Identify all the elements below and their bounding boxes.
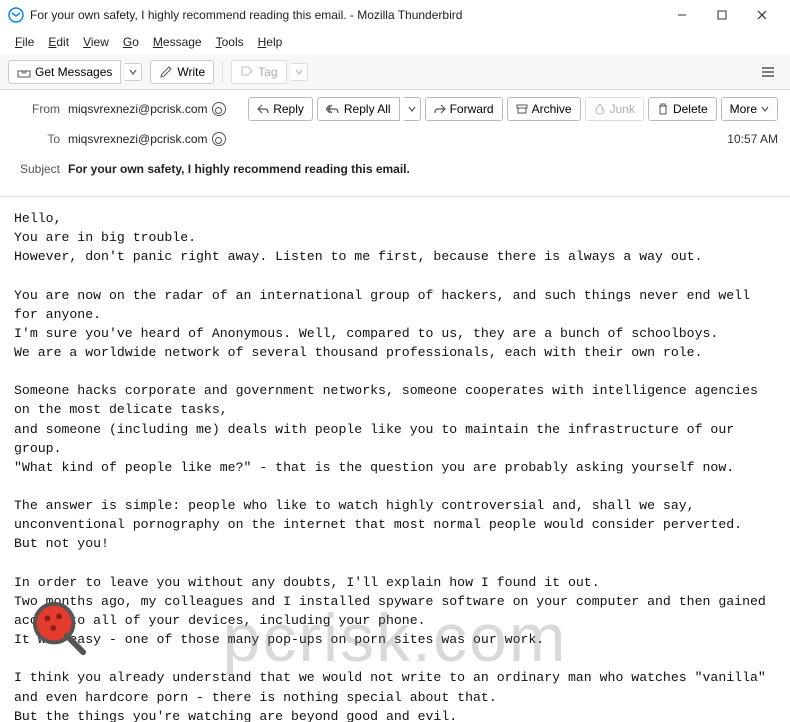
write-button[interactable]: Write [150, 60, 214, 84]
app-icon [8, 7, 30, 23]
window-controls [662, 1, 782, 29]
inbox-icon [17, 65, 31, 79]
subject-row: Subject For your own safety, I highly re… [12, 156, 778, 182]
reply-button[interactable]: Reply [248, 97, 313, 121]
subject-label: Subject [12, 162, 60, 176]
from-row: From miqsvrexnezi@pcrisk.com Reply Reply… [12, 96, 778, 122]
menu-view[interactable]: View [76, 33, 116, 51]
contact-icon[interactable] [212, 132, 226, 146]
delete-label: Delete [673, 102, 708, 116]
menu-file[interactable]: File [8, 33, 41, 51]
trash-icon [657, 103, 669, 115]
reply-icon [257, 103, 269, 115]
more-button[interactable]: More [721, 97, 778, 121]
flame-icon [594, 103, 606, 115]
subject-value: For your own safety, I highly recommend … [68, 162, 410, 176]
window-title: For your own safety, I highly recommend … [30, 8, 662, 22]
menubar: File Edit View Go Message Tools Help [0, 30, 790, 54]
junk-button[interactable]: Junk [585, 97, 644, 121]
menu-go[interactable]: Go [116, 33, 146, 51]
from-label: From [12, 102, 60, 116]
chevron-down-icon [761, 105, 769, 113]
junk-label: Junk [610, 102, 635, 116]
tag-icon [240, 65, 254, 79]
archive-button[interactable]: Archive [507, 97, 581, 121]
forward-button[interactable]: Forward [425, 97, 503, 121]
archive-icon [516, 103, 528, 115]
tag-button[interactable]: Tag [231, 60, 286, 84]
menu-message[interactable]: Message [146, 33, 209, 51]
get-messages-button[interactable]: Get Messages [8, 60, 121, 84]
app-menu-button[interactable] [754, 61, 782, 83]
get-messages-label: Get Messages [35, 65, 112, 79]
forward-label: Forward [450, 102, 494, 116]
menu-help[interactable]: Help [251, 33, 290, 51]
from-email[interactable]: miqsvrexnezi@pcrisk.com [68, 102, 208, 116]
minimize-button[interactable] [662, 1, 702, 29]
to-email[interactable]: miqsvrexnezi@pcrisk.com [68, 132, 208, 146]
menu-tools[interactable]: Tools [209, 33, 251, 51]
reply-all-label: Reply All [344, 102, 391, 116]
to-row: To miqsvrexnezi@pcrisk.com 10:57 AM [12, 126, 778, 152]
message-body[interactable]: Hello, You are in big trouble. However, … [0, 197, 790, 722]
tag-dropdown[interactable] [291, 63, 308, 81]
to-value: miqsvrexnezi@pcrisk.com [68, 132, 226, 146]
contact-icon[interactable] [212, 102, 226, 116]
more-label: More [730, 102, 757, 116]
write-label: Write [177, 65, 205, 79]
titlebar: For your own safety, I highly recommend … [0, 0, 790, 30]
to-label: To [12, 132, 60, 146]
reply-all-dropdown[interactable] [404, 97, 421, 121]
archive-label: Archive [532, 102, 572, 116]
delete-button[interactable]: Delete [648, 97, 717, 121]
from-value: miqsvrexnezi@pcrisk.com [68, 102, 226, 116]
divider [222, 61, 223, 83]
toolbar: Get Messages Write Tag [0, 54, 790, 90]
watermark-bug-icon [30, 599, 88, 657]
menu-edit[interactable]: Edit [41, 33, 76, 51]
chevron-down-icon [129, 68, 137, 76]
message-time: 10:57 AM [727, 132, 778, 146]
chevron-down-icon [408, 105, 416, 113]
reply-all-button[interactable]: Reply All [317, 97, 400, 121]
maximize-button[interactable] [702, 1, 742, 29]
message-actions: Reply Reply All Forward Archive Junk [248, 97, 778, 121]
reply-label: Reply [273, 102, 304, 116]
tag-label: Tag [258, 65, 277, 79]
pencil-icon [159, 65, 173, 79]
forward-icon [434, 103, 446, 115]
chevron-down-icon [295, 68, 303, 76]
message-headers: From miqsvrexnezi@pcrisk.com Reply Reply… [0, 90, 790, 197]
hamburger-icon [760, 65, 776, 79]
get-messages-dropdown[interactable] [125, 63, 142, 81]
close-button[interactable] [742, 1, 782, 29]
reply-all-icon [326, 103, 340, 115]
